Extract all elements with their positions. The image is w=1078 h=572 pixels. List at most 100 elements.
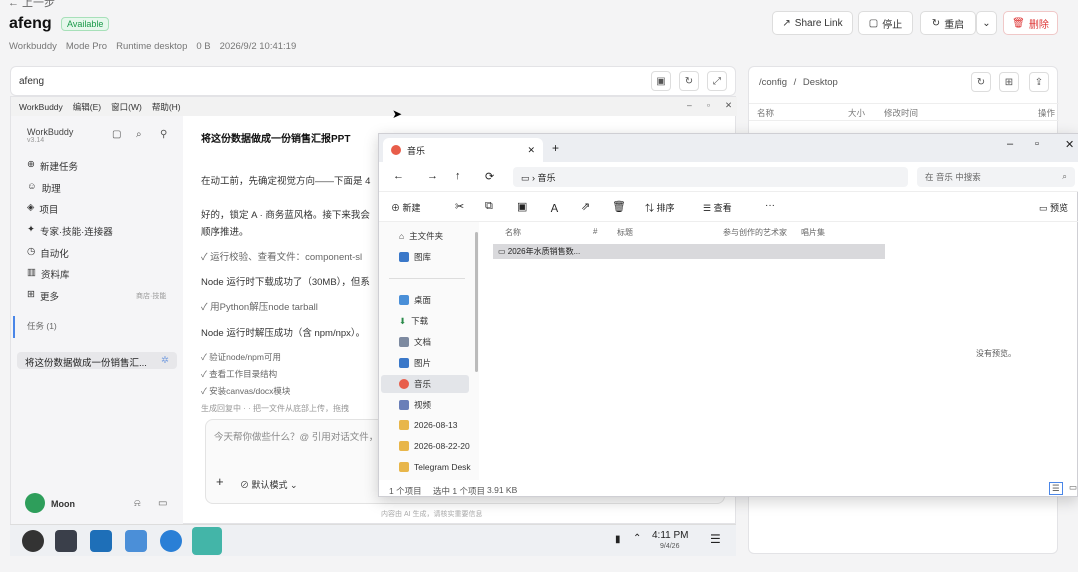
delete-button[interactable]: 🗑 删除	[1003, 11, 1058, 35]
tool-step[interactable]: ✓ 查看工作目录结构	[201, 368, 277, 380]
nav-item-folder[interactable]: 2026-08-13	[399, 420, 457, 430]
sidebar-item-library[interactable]: ▥ 资料库	[27, 267, 70, 281]
col-artist[interactable]: 参与创作的艺术家	[723, 227, 787, 238]
tool-step[interactable]: ✓ 验证node/npm可用	[201, 351, 281, 363]
nav-item-home[interactable]: ⌂ 主文件夹	[399, 230, 443, 242]
nav-item-pictures[interactable]: 图片	[399, 357, 431, 369]
col-number[interactable]: #	[593, 227, 597, 236]
col-name[interactable]: 名称	[505, 227, 521, 238]
details-view-icon[interactable]: ☰	[1049, 482, 1063, 495]
nav-item-videos[interactable]: 视频	[399, 399, 431, 411]
share-link-button[interactable]: ↗ Share Link	[772, 11, 853, 35]
nav-scrollbar[interactable]	[475, 232, 478, 372]
view-button[interactable]: ☰ 查看	[703, 201, 732, 214]
search-input[interactable]: 在 音乐 中搜索 ⌕	[917, 167, 1075, 187]
fullscreen-icon[interactable]: ⤢	[707, 71, 727, 91]
avatar[interactable]	[25, 493, 45, 513]
store-icon[interactable]	[90, 530, 112, 552]
maximize-icon[interactable]: ▫	[707, 100, 710, 110]
chat-icon[interactable]: ▭	[158, 498, 167, 509]
refresh-icon[interactable]: ↻	[679, 71, 699, 91]
more-button[interactable]: ···	[765, 200, 775, 211]
refresh-icon[interactable]: ↻	[971, 72, 991, 92]
paste-icon[interactable]: ▣	[517, 200, 527, 213]
copy-icon[interactable]: ⧉	[485, 200, 493, 213]
panel-icon[interactable]: ▢	[112, 129, 121, 140]
workbuddy-app-icon[interactable]	[192, 527, 222, 555]
mode-selector[interactable]: ⊘ 默认模式 ⌄	[240, 478, 298, 491]
file-row[interactable]: ▭ 2026年水质销售数...	[493, 244, 885, 259]
terminal-icon[interactable]	[55, 530, 77, 552]
sidebar-item-automation[interactable]: ◷ 自动化	[27, 246, 69, 260]
up-arrow-icon[interactable]: ↑	[455, 170, 461, 182]
refresh-icon[interactable]: ⟳	[485, 170, 494, 183]
restart-button[interactable]: ↻ 重启	[920, 11, 976, 35]
breadcrumb-current[interactable]: Desktop	[803, 77, 838, 88]
breadcrumb-root[interactable]: /config	[759, 77, 787, 88]
sidebar-item-assistant[interactable]: ☺ 助理	[27, 181, 61, 195]
file-explorer-window[interactable]: 音乐 ✕ + – ▫ ✕ ← → ↑ ⟳ ▭ › 音乐 在 音乐 中搜索 ⌕ ⊕ 新…	[378, 133, 1078, 497]
share-icon[interactable]: ⇗	[581, 200, 590, 213]
sidebar-item-experts[interactable]: ✦ 专家·技能·连接器	[27, 224, 113, 238]
nav-item-folder[interactable]: 2026-08-22-20	[399, 441, 470, 451]
nav-item-folder[interactable]: Telegram Desk	[399, 462, 471, 472]
back-link[interactable]: ← 上一步	[8, 0, 55, 10]
nav-item-music[interactable]: 音乐	[399, 378, 431, 390]
add-icon[interactable]: +	[216, 474, 224, 489]
nav-item-desktop[interactable]: 桌面	[399, 294, 431, 306]
restart-dropdown[interactable]: ⌄	[976, 11, 997, 35]
new-folder-icon[interactable]: ⊞	[999, 72, 1019, 92]
sidebar-item-more[interactable]: ⊞ 更多	[27, 289, 59, 303]
cut-icon[interactable]: ✂	[455, 200, 464, 213]
tiles-view-icon[interactable]: ▭	[1069, 482, 1077, 493]
nav-item-documents[interactable]: 文档	[399, 336, 431, 348]
col-title[interactable]: 标题	[617, 227, 633, 238]
bell-icon[interactable]: ⍾	[134, 498, 141, 509]
col-album[interactable]: 唱片集	[801, 227, 825, 238]
menu-window[interactable]: 窗口(W)	[111, 101, 142, 113]
music-icon	[391, 145, 401, 155]
menu-help[interactable]: 帮助(H)	[152, 101, 181, 113]
close-icon[interactable]: ✕	[527, 145, 535, 156]
nav-item-downloads[interactable]: ⬇ 下载	[399, 315, 428, 327]
upload-icon[interactable]: ⇪	[1029, 72, 1049, 92]
delete-icon[interactable]: 🗑	[612, 200, 626, 213]
sidebar-item-new-task[interactable]: ⊕ 新建任务	[27, 159, 78, 173]
preview-button[interactable]: ▭ 预览	[1039, 201, 1068, 214]
address-bar[interactable]: ▭ › 音乐	[513, 167, 908, 187]
settings-icon[interactable]	[22, 530, 44, 552]
sort-button[interactable]: ⇅ 排序	[645, 201, 675, 214]
browser-icon[interactable]	[160, 530, 182, 552]
clipboard-icon[interactable]: ▣	[651, 71, 671, 91]
close-icon[interactable]: ✕	[1065, 138, 1074, 151]
maximize-icon[interactable]: ▫	[1035, 138, 1039, 150]
sidebar-item-projects[interactable]: ◈ 项目	[27, 202, 58, 216]
menu-edit[interactable]: 编辑(E)	[73, 101, 101, 113]
tool-step-label: 运行校验、查看文件：component-sl	[210, 252, 363, 263]
search-icon[interactable]: ⌕	[136, 129, 142, 140]
tool-step[interactable]: ✓ 安装canvas/docx模块	[201, 385, 290, 397]
minimize-icon[interactable]: –	[1007, 138, 1013, 150]
chevron-up-icon[interactable]: ⌃	[633, 533, 641, 544]
tool-step[interactable]: ✓ 运行校验、查看文件：component-sl	[201, 249, 362, 263]
menu-icon[interactable]: ☰	[710, 532, 721, 546]
tool-step[interactable]: ✓ 用Python解压node tarball	[201, 299, 318, 313]
menu-app[interactable]: WorkBuddy	[19, 102, 63, 112]
battery-icon[interactable]: ▮	[615, 534, 621, 545]
new-tab-icon[interactable]: +	[552, 141, 559, 155]
explorer-tab[interactable]: 音乐 ✕	[383, 138, 543, 162]
clock-time[interactable]: 4:11 PM	[652, 530, 689, 541]
forward-arrow-icon[interactable]: →	[427, 170, 438, 182]
stop-button[interactable]: ▢ 停止	[858, 11, 913, 35]
tasks-header[interactable]: 任务 (1)	[27, 320, 57, 332]
task-item[interactable]: 将这份数据做成一份销售汇... ✲	[17, 352, 177, 369]
minimize-icon[interactable]: –	[687, 100, 692, 110]
filter-icon[interactable]: ⚲	[160, 129, 167, 140]
ai-disclaimer: 内容由 AI 生成，请核实重要信息	[381, 511, 483, 518]
folder-icon[interactable]	[125, 530, 147, 552]
new-button[interactable]: ⊕ 新建	[391, 201, 421, 214]
back-arrow-icon[interactable]: ←	[393, 170, 404, 182]
rename-icon[interactable]: Ａ	[549, 200, 560, 216]
nav-item-gallery[interactable]: 图库	[399, 251, 431, 263]
close-icon[interactable]: ✕	[725, 100, 732, 111]
